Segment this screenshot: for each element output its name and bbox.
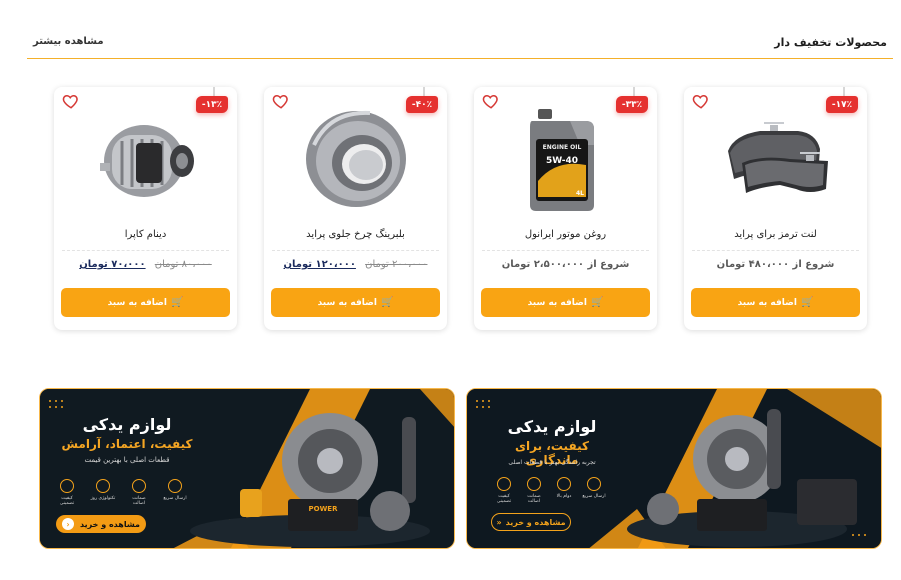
add-to-cart-button[interactable]: 🛒 اضافه به سبد (481, 288, 650, 317)
banner-tagline: تجربه رانندگی بهتر با قطعات اصلی (508, 459, 596, 466)
banner-subtitle: کیفیت، اعتماد، آرامش (61, 437, 193, 451)
medal-icon (557, 477, 571, 491)
engine-oil-image: ENGINE OIL 5W-40 4L (530, 109, 594, 211)
add-to-cart-button[interactable]: 🛒 اضافه به سبد (61, 288, 230, 317)
cart-icon: 🛒 (170, 297, 184, 308)
heart-icon[interactable] (272, 92, 290, 110)
new-price: ۷۰،۰۰۰ تومان (79, 259, 146, 270)
view-and-buy-label: مشاهده و خرید (505, 517, 566, 527)
feature-item: ضمانت اصالت (126, 479, 152, 506)
feature-label: دوام بالا (556, 494, 572, 499)
wheel-bearing-image (306, 110, 406, 207)
product-card[interactable]: ۳۳٪- ENGINE OIL 5W-40 4L روغن موتور ایرا… (474, 87, 657, 330)
shield-icon (527, 477, 541, 491)
badge-icon (60, 479, 74, 493)
product-name: لنت ترمز برای پراید (734, 229, 817, 240)
banner-tagline: قطعات اصلی با بهترین قیمت (84, 456, 170, 464)
price-row: ۲۰۰،۰۰۰ تومان ۱۲۰،۰۰۰ تومان (272, 259, 439, 275)
old-price: ۸۰،۰۰۰ تومان (154, 259, 212, 270)
battery-label: POWER (309, 505, 339, 513)
add-to-cart-label: اضافه به سبد (737, 297, 797, 308)
section-title: محصولات تخفیف دار (774, 36, 887, 49)
product-name: بلبرینگ چرخ جلوی پراید (306, 229, 405, 240)
heart-icon[interactable] (692, 92, 710, 110)
product-card[interactable]: ۱۳٪- دینام کاپرا ۸۰،۰۰۰ تومان ۷۰،۰۰۰ توم… (54, 87, 237, 330)
medal-icon (132, 479, 146, 493)
feature-item: ضمانت اصالت (521, 477, 547, 504)
price-row: ۸۰،۰۰۰ تومان ۷۰،۰۰۰ تومان (62, 259, 229, 275)
chevron-left-icon: « (496, 517, 502, 527)
card-divider (482, 250, 649, 251)
feature-label: ارسال سریع (163, 496, 187, 501)
feature-item: کیفیت تضمینی (54, 479, 80, 506)
feature-label: کیفیت تضمینی (59, 496, 75, 506)
product-name: دینام کاپرا (124, 229, 167, 240)
price-row: شروع از ۴۸۰،۰۰۰ تومان (692, 259, 859, 275)
cart-icon: 🛒 (800, 297, 814, 308)
view-and-buy-label: مشاهده و خرید (80, 519, 140, 529)
section-header: محصولات تخفیف دار مشاهده بیشتر (27, 28, 893, 59)
cart-icon: 🛒 (380, 297, 394, 308)
heart-icon[interactable] (482, 92, 500, 110)
promo-banner[interactable]: لوازم یدکی کیفیت، برای ماندگاری تجربه را… (466, 388, 882, 549)
brake-pad-image (728, 122, 828, 193)
card-divider (272, 250, 439, 251)
price-row: شروع از ۲،۵۰۰،۰۰۰ تومان (482, 259, 649, 275)
see-more-link[interactable]: مشاهده بیشتر (33, 36, 104, 47)
banner-title: لوازم یدکی (507, 417, 597, 436)
banner-features: کیفیت تضمینی ضمانت اصالت دوام بالا ارسال… (491, 477, 621, 507)
price-from: شروع از ۲،۵۰۰،۰۰۰ تومان (501, 259, 630, 270)
truck-icon (497, 477, 511, 491)
banner-features: کیفیت تضمینی تکنولوژی روز ضمانت اصالت ار… (54, 479, 204, 509)
product-card[interactable]: ۴۰٪- بلبرینگ چرخ جلوی پراید ۲۰۰،۰۰۰ توما… (264, 87, 447, 330)
feature-label: کیفیت تضمینی (496, 494, 512, 504)
add-to-cart-label: اضافه به سبد (527, 297, 587, 308)
truck-icon (168, 479, 182, 493)
add-to-cart-button[interactable]: 🛒 اضافه به سبد (691, 288, 860, 317)
gear-icon (96, 479, 110, 493)
chevron-left-icon: ‹ (62, 518, 75, 530)
new-price: ۱۲۰،۰۰۰ تومان (283, 259, 356, 270)
add-to-cart-label: اضافه به سبد (107, 297, 167, 308)
feature-label: تکنولوژی روز (90, 496, 116, 501)
banner-title: لوازم یدکی (82, 415, 172, 434)
view-and-buy-button[interactable]: مشاهده و خرید « (491, 513, 571, 531)
feature-label: ضمانت اصالت (132, 496, 146, 506)
feature-label: ضمانت اصالت (527, 494, 541, 504)
add-to-cart-label: اضافه به سبد (317, 297, 377, 308)
card-divider (62, 250, 229, 251)
feature-item: ارسال سریع (162, 479, 188, 501)
old-price: ۲۰۰،۰۰۰ تومان (365, 259, 428, 270)
card-divider (692, 250, 859, 251)
product-card[interactable]: ۱۷٪- لنت ترمز برای پراید شروع از ۴۸۰،۰۰۰… (684, 87, 867, 330)
oil-brand: ENGINE OIL (543, 144, 582, 151)
heart-icon[interactable] (62, 92, 80, 110)
feature-label: ارسال سریع (582, 494, 606, 499)
feature-item: دوام بالا (551, 477, 577, 499)
price-from: شروع از ۴۸۰،۰۰۰ تومان (716, 259, 835, 270)
alternator-image (100, 125, 194, 197)
view-and-buy-button[interactable]: مشاهده و خرید ‹ (56, 515, 146, 533)
feature-item: تکنولوژی روز (90, 479, 116, 501)
oil-grade: 5W-40 (546, 156, 578, 166)
cart-icon: 🛒 (590, 297, 604, 308)
product-name: روغن موتور ایرانول (524, 229, 607, 240)
promo-banner[interactable]: POWER لوازم یدکی کیفیت، اعتماد، آرامش قط… (39, 388, 455, 549)
oil-volume: 4L (576, 190, 584, 197)
feature-item: ارسال سریع (581, 477, 607, 499)
feature-item: کیفیت تضمینی (491, 477, 517, 504)
add-to-cart-button[interactable]: 🛒 اضافه به سبد (271, 288, 440, 317)
truck-icon (587, 477, 601, 491)
